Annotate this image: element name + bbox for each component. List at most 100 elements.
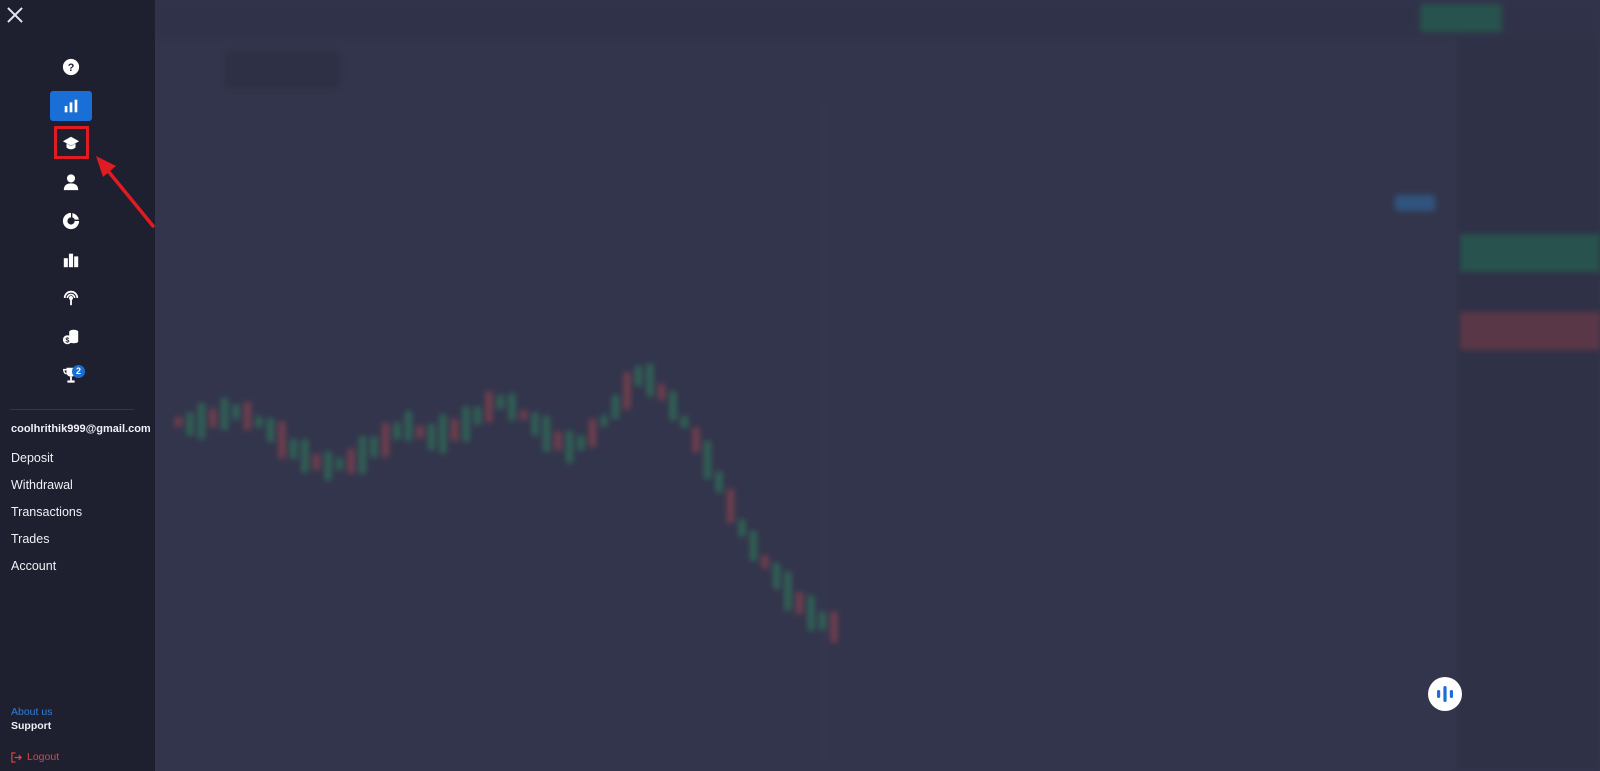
background-candle: [543, 416, 550, 452]
background-candle: [393, 422, 401, 440]
background-candle: [451, 419, 458, 441]
notification-badge: 2: [72, 365, 85, 378]
menu-account[interactable]: Account: [11, 559, 56, 573]
background-candle: [796, 592, 803, 614]
background-candle: [681, 416, 688, 428]
background-candle: [347, 448, 355, 474]
assistant-button[interactable]: [1428, 677, 1462, 711]
background-candle: [520, 410, 527, 420]
background-candle: [692, 427, 700, 453]
background-candle: [577, 435, 585, 451]
menu-withdrawal[interactable]: Withdrawal: [11, 478, 73, 492]
background-candle: [198, 403, 205, 439]
background-candle: [807, 595, 815, 631]
background-candle: [819, 612, 826, 630]
background-candle: [439, 414, 447, 454]
background-candle: [497, 395, 504, 409]
user-icon: [63, 174, 79, 191]
sidebar-item-analytics[interactable]: [50, 206, 92, 236]
background-candle: [738, 519, 746, 537]
coins-icon: $: [62, 329, 79, 344]
highlight-box: [54, 126, 89, 159]
background-candle: [704, 441, 711, 479]
user-email: coolhrithik999@gmail.com: [11, 423, 151, 435]
background-candle: [244, 402, 251, 430]
sidebar-item-profile[interactable]: [50, 167, 92, 197]
background-candle: [566, 431, 573, 463]
background-price-tag: [1395, 195, 1435, 211]
logout-label: Logout: [27, 751, 60, 763]
sidebar-item-leaderboard[interactable]: [50, 245, 92, 275]
signal-icon: [63, 290, 79, 306]
background-candle: [761, 555, 769, 569]
background-deposit-button: [1420, 4, 1502, 32]
background-candle: [646, 363, 654, 397]
background-candle: [485, 391, 493, 423]
background-candle: [669, 391, 677, 421]
sidebar-divider: [10, 409, 134, 410]
background-candle: [301, 439, 309, 473]
menu-deposit[interactable]: Deposit: [11, 451, 53, 465]
sidebar-item-tournaments[interactable]: [50, 360, 92, 390]
background-candle: [324, 451, 332, 481]
background-candle: [255, 416, 263, 428]
background-candle: [278, 421, 286, 459]
background-candle: [336, 458, 343, 470]
background-candle: [635, 366, 642, 386]
background-candle: [750, 531, 757, 561]
sidebar-item-signals[interactable]: [50, 283, 92, 313]
menu-transactions[interactable]: Transactions: [11, 505, 82, 519]
close-icon[interactable]: [5, 5, 25, 25]
background-candle: [186, 412, 194, 436]
background-candle: [623, 372, 631, 410]
background-candlesticks: [175, 363, 838, 643]
logout-button[interactable]: Logout: [11, 751, 59, 763]
background-candle: [600, 415, 608, 427]
svg-text:$: $: [65, 335, 69, 344]
background-candle: [715, 471, 723, 493]
svg-text:?: ?: [68, 62, 75, 74]
background-down-button: [1460, 312, 1600, 350]
background-candle: [221, 398, 228, 430]
bar-chart-icon: [64, 99, 78, 113]
background-candle: [382, 423, 389, 457]
background-candle: [462, 406, 470, 442]
trading-chart-background: [155, 0, 1600, 771]
help-icon: ?: [62, 58, 80, 76]
background-candle: [773, 563, 780, 589]
background-up-button: [1460, 234, 1600, 272]
support-link[interactable]: Support: [11, 720, 51, 732]
background-candle: [474, 407, 481, 425]
background-candle: [589, 419, 596, 447]
menu-trades[interactable]: Trades: [11, 532, 49, 546]
background-candle: [428, 424, 435, 450]
background-candle: [209, 408, 217, 428]
background-candle: [405, 411, 412, 441]
logout-icon: [11, 751, 22, 763]
sidebar-item-help[interactable]: ?: [50, 52, 92, 82]
background-candle: [416, 425, 424, 439]
background-candle: [370, 436, 378, 458]
background-candle: [554, 431, 562, 451]
background-candle: [508, 393, 516, 421]
pie-chart-icon: [62, 212, 80, 230]
background-trade-panel: [1455, 38, 1600, 771]
background-candle: [232, 404, 240, 420]
sidebar-menu: ? $ 2 coolhrithik999@gmail.com Deposit W…: [0, 0, 155, 771]
background-candle: [313, 454, 320, 470]
background-candle: [830, 611, 838, 643]
sidebar-item-trading[interactable]: [50, 91, 92, 121]
background-candle: [727, 489, 734, 523]
background-candle: [658, 384, 665, 400]
background-candle: [359, 436, 366, 474]
background-candle: [612, 395, 619, 419]
about-us-link[interactable]: About us: [11, 706, 52, 718]
sidebar-item-finance[interactable]: $: [50, 322, 92, 352]
sound-wave-icon: [1437, 686, 1453, 702]
background-candle: [267, 418, 274, 442]
leaderboard-icon: [63, 253, 79, 268]
background-candle: [784, 571, 792, 611]
background-candle: [175, 417, 182, 427]
background-candle: [531, 412, 539, 436]
background-candle: [290, 439, 297, 459]
